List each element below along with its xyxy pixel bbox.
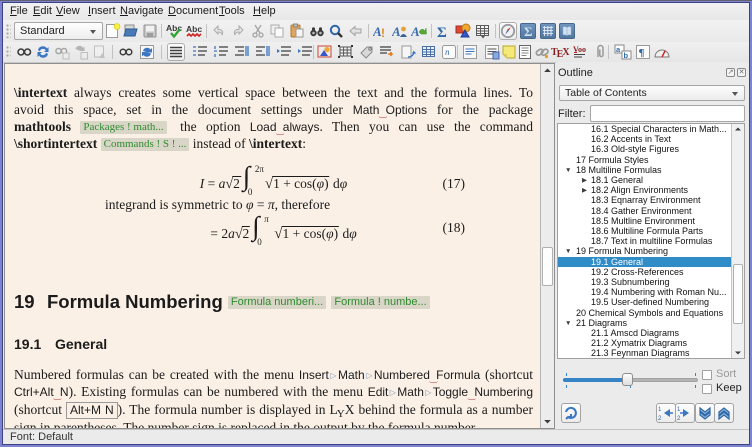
svg-text:A: A: [411, 24, 420, 39]
svg-text:1: 1: [677, 407, 681, 413]
svg-text:Abc: Abc: [186, 24, 202, 34]
svg-text:Abc: Abc: [166, 23, 182, 33]
svg-text:Σ: Σ: [524, 24, 533, 38]
svg-text:A: A: [392, 24, 401, 39]
svg-text:2: 2: [677, 416, 681, 422]
svg-text:TEX: TEX: [551, 47, 570, 60]
svg-text:¶: ¶: [639, 47, 645, 59]
svg-text:2: 2: [658, 416, 662, 422]
svg-text:!: !: [381, 26, 385, 39]
svg-text:1: 1: [658, 407, 662, 413]
svg-text:n: n: [445, 47, 450, 57]
svg-text:b: b: [624, 51, 629, 60]
svg-text:Σ: Σ: [437, 25, 447, 39]
